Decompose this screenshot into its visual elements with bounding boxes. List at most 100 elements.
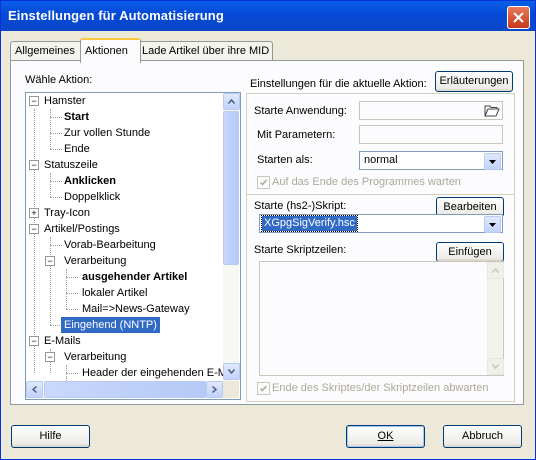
scroll-left-button[interactable] bbox=[26, 381, 43, 398]
choose-action-label: Wähle Aktion: bbox=[25, 74, 93, 86]
insert-button[interactable]: Einfügen bbox=[436, 242, 504, 262]
help-explanations-button[interactable]: Erläuterungen bbox=[435, 71, 513, 92]
tree-node-eingehend-nntp[interactable]: Eingehend (NNTP) bbox=[61, 317, 160, 333]
expand-icon[interactable]: + bbox=[29, 208, 39, 218]
browse-folder-button[interactable] bbox=[483, 102, 501, 119]
cancel-button[interactable]: Abbruch bbox=[443, 425, 522, 448]
tree-line bbox=[50, 197, 62, 198]
start-as-label: Starten als: bbox=[257, 154, 313, 166]
arrow-right-icon bbox=[212, 386, 217, 393]
scroll-down-button[interactable] bbox=[223, 363, 240, 380]
tree-line bbox=[66, 293, 78, 294]
settings-dialog: Einstellungen für Automatisierung Allgem… bbox=[0, 0, 536, 460]
tree-line bbox=[50, 109, 51, 149]
ok-button[interactable]: OK bbox=[346, 425, 425, 448]
tree-node-start[interactable]: Start bbox=[64, 109, 89, 125]
arrow-up-icon bbox=[228, 99, 235, 104]
tree-line bbox=[66, 277, 78, 278]
wait-program-checkbox[interactable] bbox=[257, 176, 270, 189]
tree-horizontal-scrollbar[interactable] bbox=[26, 381, 223, 398]
folder-open-icon bbox=[484, 105, 500, 117]
dropdown-button[interactable] bbox=[484, 216, 501, 233]
tree-line bbox=[50, 133, 62, 134]
collapse-icon[interactable]: − bbox=[29, 224, 39, 234]
title-bar[interactable]: Einstellungen für Automatisierung bbox=[1, 1, 535, 31]
tree-node-lokaler-artikel[interactable]: lokaler Artikel bbox=[82, 285, 147, 301]
current-action-heading: Einstellungen für die aktuelle Aktion: bbox=[250, 78, 427, 90]
scroll-down-button[interactable] bbox=[487, 358, 504, 375]
params-field[interactable] bbox=[359, 125, 503, 144]
scroll-right-button[interactable] bbox=[206, 381, 223, 398]
tree-line bbox=[50, 325, 60, 326]
tree-node-tray-icon[interactable]: Tray-Icon bbox=[44, 205, 90, 221]
tree-line bbox=[66, 269, 67, 309]
script-lines-textarea[interactable] bbox=[259, 261, 504, 376]
tree-node-anklicken[interactable]: Anklicken bbox=[64, 173, 116, 189]
tree-line bbox=[50, 117, 62, 118]
action-tree[interactable]: − Hamster Start Zur vollen Stunde Ende −… bbox=[25, 92, 241, 400]
tree-line bbox=[50, 173, 51, 197]
arrow-left-icon bbox=[32, 386, 37, 393]
chevron-down-icon bbox=[489, 159, 496, 164]
tree-line bbox=[50, 181, 62, 182]
checkmark-icon bbox=[260, 385, 267, 392]
wait-script-label: Ende des Skriptes/der Skriptzeilen abwar… bbox=[272, 382, 489, 394]
tree-node-mail-news-gateway[interactable]: Mail=>News-Gateway bbox=[82, 301, 190, 317]
tree-line bbox=[66, 309, 78, 310]
tab-allgemeines[interactable]: Allgemeines bbox=[10, 41, 82, 61]
dropdown-button[interactable] bbox=[484, 153, 501, 170]
wait-program-label: Auf das Ende des Programmes warten bbox=[272, 176, 461, 188]
collapse-icon[interactable]: − bbox=[45, 352, 55, 362]
scroll-thumb[interactable] bbox=[44, 381, 206, 398]
ok-label: OK bbox=[377, 430, 394, 442]
scroll-thumb[interactable] bbox=[223, 111, 239, 265]
tree-line bbox=[50, 149, 62, 150]
start-as-select[interactable]: normal bbox=[359, 151, 503, 170]
tree-node-verarbeitung[interactable]: Verarbeitung bbox=[64, 253, 126, 269]
chevron-down-icon bbox=[489, 222, 496, 227]
scroll-up-button[interactable] bbox=[223, 93, 240, 110]
collapse-icon[interactable]: − bbox=[45, 256, 55, 266]
script-select[interactable]: XGpgSigVerify.hsc bbox=[259, 214, 503, 233]
tree-node-artikel-postings[interactable]: Artikel/Postings bbox=[44, 221, 120, 237]
tree-node-ende[interactable]: Ende bbox=[64, 141, 90, 157]
tree-node-verarbeitung-mails[interactable]: Verarbeitung bbox=[64, 349, 126, 365]
tree-line bbox=[50, 245, 62, 246]
help-button[interactable]: Hilfe bbox=[11, 425, 90, 448]
tree-node-doppelklick[interactable]: Doppelklick bbox=[64, 189, 120, 205]
wait-script-checkbox[interactable] bbox=[257, 382, 270, 395]
tree-node-header-eingehende[interactable]: Header der eingehenden E-M bbox=[82, 365, 223, 381]
collapse-icon[interactable]: − bbox=[29, 96, 39, 106]
window-title: Einstellungen für Automatisierung bbox=[8, 8, 224, 23]
tab-aktionen[interactable]: Aktionen bbox=[80, 38, 141, 63]
start-as-value: normal bbox=[364, 154, 398, 166]
tree-node-e-mails[interactable]: E-Mails bbox=[44, 333, 81, 349]
script-label: Starte (hs2-)Skript: bbox=[254, 200, 347, 212]
params-label: Mit Parametern: bbox=[257, 129, 336, 141]
checkmark-icon bbox=[260, 179, 267, 186]
scrollbar-corner bbox=[223, 381, 239, 398]
tree-line bbox=[34, 109, 35, 373]
tree-node-vorab-bearbeitung[interactable]: Vorab-Bearbeitung bbox=[64, 237, 156, 253]
tree-node-statuszeile[interactable]: Statuszeile bbox=[44, 157, 98, 173]
script-value: XGpgSigVerify.hsc bbox=[261, 215, 358, 232]
arrow-up-icon bbox=[492, 268, 499, 273]
tree-node-hamster[interactable]: Hamster bbox=[44, 93, 86, 109]
scroll-up-button[interactable] bbox=[487, 262, 504, 279]
textarea-scrollbar[interactable] bbox=[487, 262, 504, 375]
tree-node-zur-vollen-stunde[interactable]: Zur vollen Stunde bbox=[64, 125, 150, 141]
tree-line bbox=[50, 237, 51, 325]
tree-node-ausgehender-artikel[interactable]: ausgehender Artikel bbox=[82, 269, 187, 285]
close-button[interactable] bbox=[507, 6, 530, 29]
collapse-icon[interactable]: − bbox=[29, 336, 39, 346]
close-icon bbox=[513, 12, 524, 23]
script-lines-label: Starte Skriptzeilen: bbox=[254, 244, 347, 256]
tree-vertical-scrollbar[interactable] bbox=[223, 93, 240, 381]
app-path-field[interactable] bbox=[359, 101, 503, 120]
arrow-down-icon bbox=[492, 364, 499, 369]
tab-lade-artikel[interactable]: Lade Artikel über ihre MID bbox=[137, 41, 273, 61]
arrow-down-icon bbox=[228, 369, 235, 374]
collapse-icon[interactable]: − bbox=[29, 160, 39, 170]
tree-line bbox=[66, 373, 78, 374]
start-app-label: Starte Anwendung: bbox=[254, 105, 347, 117]
